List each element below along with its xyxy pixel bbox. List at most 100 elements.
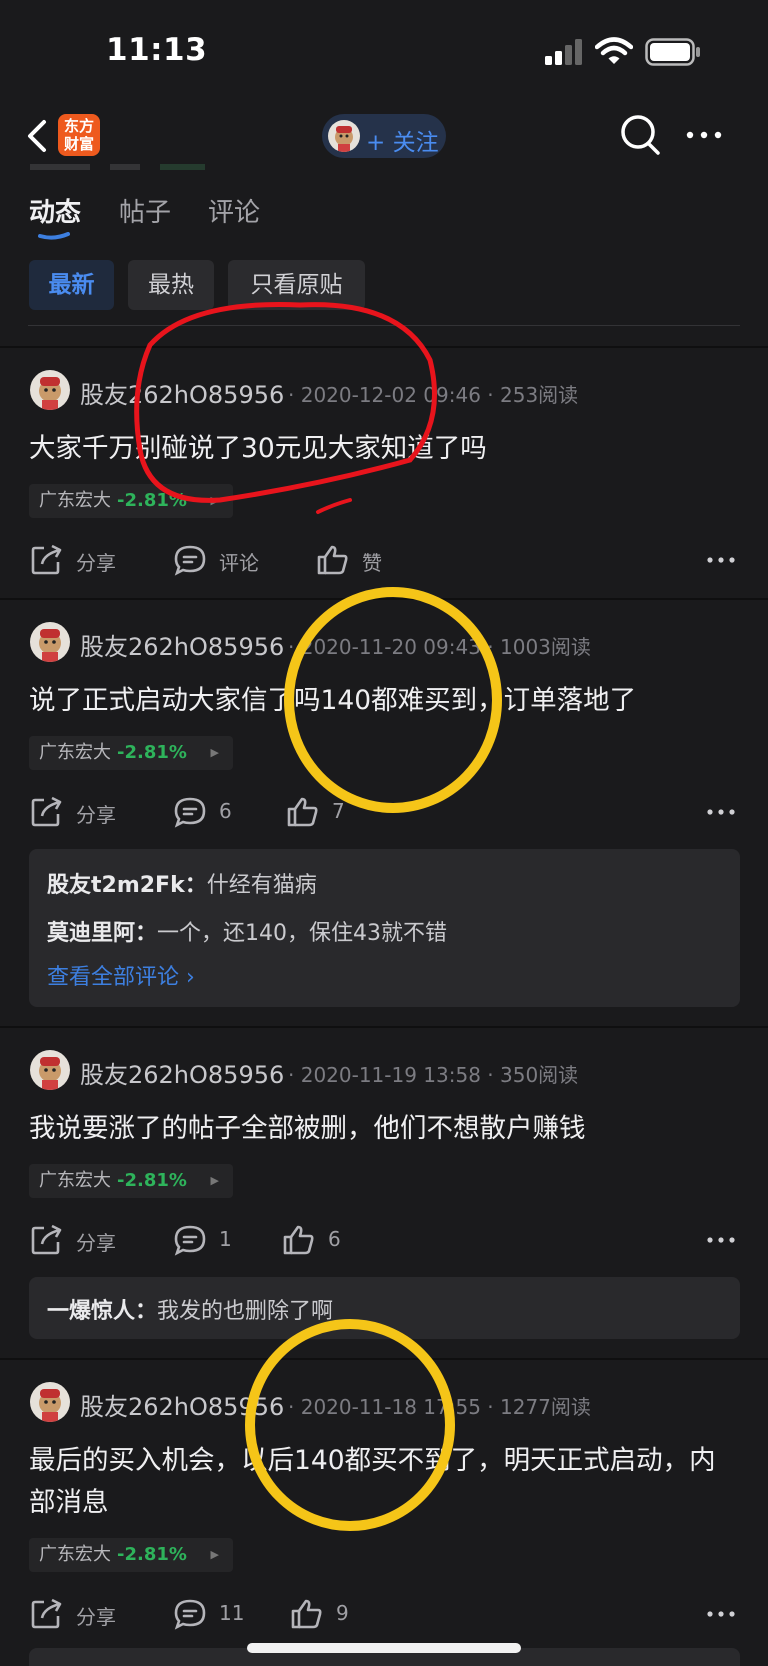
share-label: 分享 <box>76 1231 116 1255</box>
share-button[interactable]: 分享 <box>30 790 130 834</box>
like-button[interactable]: 7 <box>286 790 366 834</box>
post-meta: · 2020-11-19 13:58 · 350阅读 <box>288 1063 579 1087</box>
avatar <box>30 370 70 410</box>
comment-icon <box>174 545 206 576</box>
avatar <box>30 622 70 662</box>
post-username[interactable]: 股友262hO85956 <box>80 627 284 662</box>
more-options-icon[interactable] <box>706 1602 736 1626</box>
wifi-icon <box>595 37 633 64</box>
stock-change: -2.81% <box>117 1170 187 1191</box>
share-button[interactable]: 分享 <box>30 538 130 582</box>
stock-tag[interactable]: 广东宏大 -2.81% ▶ <box>29 736 233 770</box>
like-button[interactable]: 9 <box>290 1592 370 1636</box>
caret-right-icon: ▶ <box>210 494 219 507</box>
like-button[interactable]: 赞 <box>316 538 406 582</box>
stock-name: 广东宏大 <box>39 490 111 511</box>
stock-change: -2.81% <box>117 1544 187 1565</box>
comment-icon <box>174 797 206 828</box>
stock-tag[interactable]: 广东宏大 -2.81% ▶ <box>29 484 233 518</box>
comment-item: 一爆惊人：我发的也删除了啊 <box>47 1293 333 1325</box>
stock-name: 广东宏大 <box>39 1544 111 1565</box>
divider <box>0 1026 768 1028</box>
thumbs-up-icon <box>291 1599 322 1629</box>
comment-count: 11 <box>219 1601 245 1625</box>
more-icon[interactable] <box>682 118 726 152</box>
follow-button[interactable]: + 关注 <box>322 114 446 158</box>
more-options-icon[interactable] <box>706 548 736 572</box>
search-icon[interactable] <box>618 112 662 158</box>
status-time: 11:13 <box>106 32 208 68</box>
comment-count: 6 <box>219 799 232 823</box>
share-button[interactable]: 分享 <box>30 1592 130 1636</box>
avatar <box>328 120 360 152</box>
status-bar: 11:13 <box>0 0 768 100</box>
post-actions: 分享 11 9 <box>0 1592 768 1636</box>
tab-posts[interactable]: 帖子 <box>119 192 171 229</box>
share-label: 分享 <box>76 551 116 575</box>
like-label: 赞 <box>362 551 382 575</box>
share-label: 分享 <box>76 803 116 827</box>
app-logo: 东方 财富 <box>58 114 100 156</box>
tab-comments[interactable]: 评论 <box>208 192 260 229</box>
more-options-icon[interactable] <box>706 1228 736 1252</box>
post-text[interactable]: 大家千万别碰说了30元见大家知道了吗 <box>29 428 741 470</box>
comment-author[interactable]: 股友t2m2Fk： <box>47 873 207 898</box>
comment-button[interactable]: 1 <box>173 1218 253 1262</box>
comment-preview[interactable]: 股友t2m2Fk：什经有猫病 莫迪里阿：一个，还140，保住43就不错 查看全部… <box>29 849 740 1007</box>
thumbs-up-icon <box>283 1225 314 1255</box>
stock-name: 广东宏大 <box>39 742 111 763</box>
post-text[interactable]: 最后的买入机会，以后140都买不到了，明天正式启动，内部消息 <box>29 1440 741 1524</box>
post-meta: · 2020-11-18 17:55 · 1277阅读 <box>288 1395 591 1419</box>
comment-label: 评论 <box>219 551 259 575</box>
comment-item: 莫迪里阿：一个，还140，保住43就不错 <box>47 915 447 947</box>
comment-button[interactable]: 评论 <box>173 538 273 582</box>
post-meta: · 2020-11-20 09:43 · 1003阅读 <box>288 635 591 659</box>
post-actions: 分享 6 7 <box>0 790 768 834</box>
post-text[interactable]: 说了正式启动大家信了吗140都难买到，订单落地了 <box>29 680 741 722</box>
follow-label: + 关注 <box>366 130 439 156</box>
filter-original-only[interactable]: 只看原贴 <box>228 260 365 310</box>
scrolled-text-fragment <box>30 164 205 170</box>
like-count: 7 <box>332 799 345 823</box>
view-all-comments-link[interactable]: 查看全部评论 › <box>47 959 195 991</box>
comment-button[interactable]: 11 <box>173 1592 253 1636</box>
tab-dynamic[interactable]: 动态 <box>29 192 81 229</box>
filter-hottest[interactable]: 最热 <box>128 260 214 310</box>
app-logo-text: 东方 财富 <box>63 117 94 153</box>
comment-item: 股友t2m2Fk：什经有猫病 <box>47 867 317 899</box>
filter-latest[interactable]: 最新 <box>29 260 114 310</box>
post-meta: · 2020-12-02 09:46 · 253阅读 <box>288 383 579 407</box>
share-icon <box>31 796 62 827</box>
comment-text: 什经有猫病 <box>206 873 317 898</box>
share-icon <box>31 1598 62 1629</box>
red-stroke-annotation <box>316 498 352 514</box>
comment-button[interactable]: 6 <box>173 790 253 834</box>
stock-tag[interactable]: 广东宏大 -2.81% ▶ <box>29 1538 233 1572</box>
more-options-icon[interactable] <box>706 800 736 824</box>
like-button[interactable]: 6 <box>282 1218 362 1262</box>
tab-underline <box>38 232 70 240</box>
cellular-signal-icon <box>545 39 582 65</box>
comment-preview[interactable]: 一爆惊人：我发的也删除了啊 <box>29 1277 740 1339</box>
share-button[interactable]: 分享 <box>30 1218 130 1262</box>
stock-tag[interactable]: 广东宏大 -2.81% ▶ <box>29 1164 233 1198</box>
divider <box>28 325 740 326</box>
comment-count: 1 <box>219 1227 232 1251</box>
post-actions: 分享 评论 赞 <box>0 538 768 582</box>
battery-icon <box>645 38 700 66</box>
comment-icon <box>174 1225 206 1256</box>
stock-change: -2.81% <box>117 742 187 763</box>
post-actions: 分享 1 6 <box>0 1218 768 1262</box>
comment-text: 一个，还140，保住43就不错 <box>157 921 448 946</box>
home-indicator <box>247 1643 521 1653</box>
post-text[interactable]: 我说要涨了的帖子全部被删，他们不想散户赚钱 <box>29 1108 741 1150</box>
stock-name: 广东宏大 <box>39 1170 111 1191</box>
comment-author[interactable]: 莫迪里阿： <box>47 921 157 946</box>
caret-right-icon: ▶ <box>210 1174 219 1187</box>
back-icon[interactable] <box>18 114 58 158</box>
post-username[interactable]: 股友262hO85956 <box>80 1055 284 1090</box>
post-username[interactable]: 股友262hO85956 <box>80 375 284 410</box>
like-count: 6 <box>328 1227 341 1251</box>
comment-author[interactable]: 一爆惊人： <box>47 1299 157 1324</box>
post-username[interactable]: 股友262hO85956 <box>80 1387 284 1422</box>
